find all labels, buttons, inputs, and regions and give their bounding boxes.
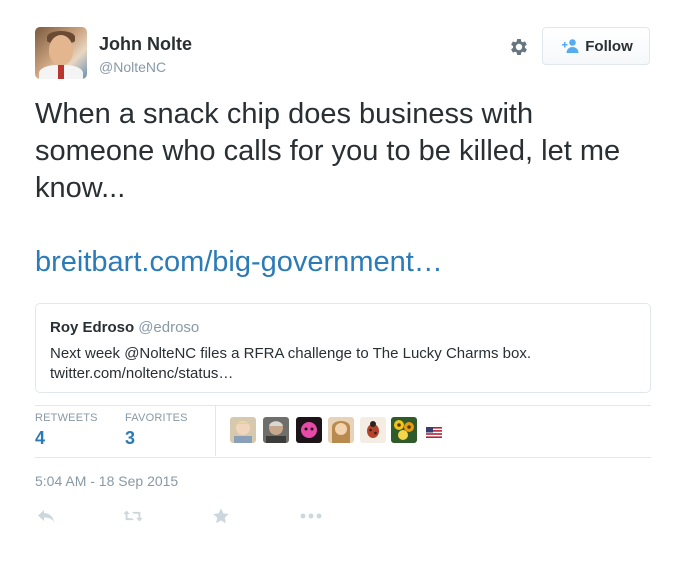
- favoriter-avatar[interactable]: [328, 417, 354, 443]
- follow-button[interactable]: Follow: [542, 27, 650, 65]
- favoriter-avatar[interactable]: [230, 417, 256, 443]
- add-user-icon: [562, 39, 579, 53]
- quoted-tweet-link: twitter.com/noltenc/status…: [50, 365, 234, 382]
- more-dots-icon[interactable]: [300, 506, 322, 526]
- retweet-icon[interactable]: [122, 506, 144, 526]
- reply-icon[interactable]: [35, 506, 57, 526]
- quoted-author-handle: @edroso: [138, 319, 200, 336]
- author-avatar[interactable]: [35, 27, 87, 79]
- quoted-tweet-text: Next week @NolteNC files a RFRA challeng…: [50, 344, 635, 384]
- stats-separator: [215, 406, 216, 456]
- retweets-count[interactable]: 4: [35, 428, 45, 449]
- retweets-label[interactable]: RETWEETS: [35, 412, 98, 424]
- follow-button-label: Follow: [585, 37, 633, 55]
- avatar-face: [49, 35, 73, 65]
- favoriter-avatar[interactable]: [263, 417, 289, 443]
- tweet-timestamp[interactable]: 5:04 AM - 18 Sep 2015: [35, 473, 178, 489]
- author-handle[interactable]: @NolteNC: [99, 59, 166, 75]
- flowers-avatar[interactable]: [391, 417, 417, 443]
- quoted-tweet-line: Next week @NolteNC files a RFRA challeng…: [50, 345, 531, 362]
- us-flag-icon[interactable]: [426, 425, 442, 438]
- favorites-label[interactable]: FAVORITES: [125, 412, 188, 424]
- ladybug-avatar[interactable]: [360, 417, 386, 443]
- quoted-author-name: Roy Edroso: [50, 319, 135, 336]
- author-name[interactable]: John Nolte: [99, 34, 192, 55]
- favorite-star-icon[interactable]: [210, 506, 232, 526]
- stats-bottom-divider: [35, 457, 651, 458]
- quoted-tweet[interactable]: Roy Edroso @edroso Next week @NolteNC fil…: [35, 303, 651, 393]
- tweet-text: When a snack chip does business with som…: [35, 98, 621, 204]
- tweet-link[interactable]: breitbart.com/big-government…: [35, 246, 443, 279]
- avatar-tie: [58, 65, 64, 79]
- gear-icon[interactable]: [508, 36, 530, 58]
- stats-top-divider: [35, 405, 651, 406]
- favorites-count[interactable]: 3: [125, 428, 135, 449]
- favoriter-avatar[interactable]: [296, 417, 322, 443]
- quoted-tweet-header: Roy Edroso @edroso: [50, 319, 199, 336]
